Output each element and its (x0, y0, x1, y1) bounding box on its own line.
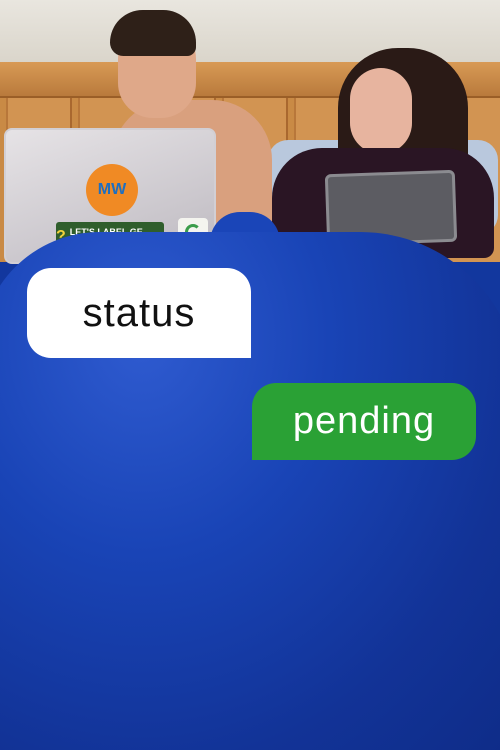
chat-bubble-incoming: status (27, 268, 251, 358)
movie-poster: MW ? LET'S LABEL GE FOOD. status pending (0, 0, 500, 750)
title-word-status: status (82, 290, 196, 335)
mw-sticker: MW (86, 164, 138, 216)
chat-bubble-outgoing: pending (252, 383, 476, 460)
mw-sticker-text: MW (97, 181, 127, 198)
title-word-pending: pending (292, 400, 436, 442)
man-hair (110, 10, 196, 56)
woman-head (350, 68, 412, 154)
